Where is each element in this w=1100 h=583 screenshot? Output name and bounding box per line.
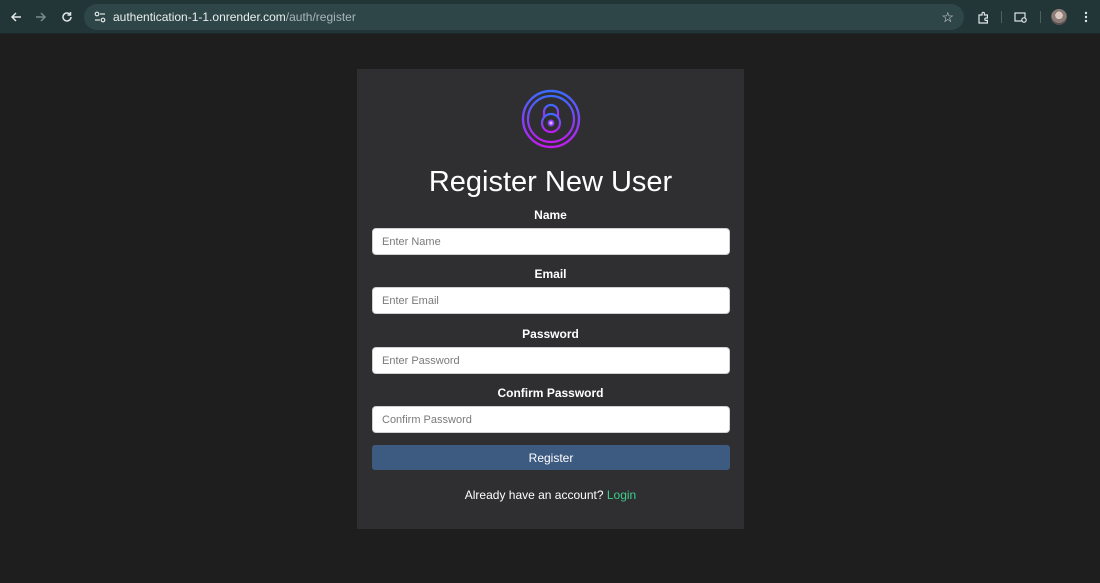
url-host: authentication-1-1.onrender.com — [113, 10, 286, 24]
media-controls-icon[interactable] — [1013, 9, 1029, 25]
profile-avatar[interactable] — [1051, 9, 1067, 25]
site-info-icon[interactable] — [93, 10, 107, 24]
confirm-password-input[interactable] — [372, 406, 730, 433]
url-text: authentication-1-1.onrender.com/auth/reg… — [113, 10, 356, 24]
page-title: Register New User — [428, 166, 673, 198]
menu-icon[interactable] — [1078, 9, 1094, 25]
register-card: Register New User Name Email Password Co… — [357, 69, 744, 529]
address-bar[interactable]: authentication-1-1.onrender.com/auth/reg… — [84, 4, 964, 30]
back-icon[interactable] — [8, 9, 24, 25]
bookmark-star-icon[interactable]: ☆ — [941, 9, 954, 25]
toolbar-divider — [1040, 11, 1041, 23]
name-input[interactable] — [372, 228, 730, 255]
browser-toolbar: authentication-1-1.onrender.com/auth/reg… — [0, 0, 1100, 34]
login-prompt: Already have an account? Login — [357, 488, 744, 502]
name-label: Name — [534, 208, 567, 222]
password-label: Password — [522, 327, 579, 341]
register-button[interactable]: Register — [372, 445, 730, 470]
forward-icon[interactable] — [33, 9, 49, 25]
url-path: /auth/register — [285, 10, 356, 24]
padlock-logo-icon — [521, 89, 581, 149]
login-link[interactable]: Login — [607, 488, 636, 502]
login-prompt-text: Already have an account? — [464, 488, 604, 502]
email-input[interactable] — [372, 287, 730, 314]
confirm-password-label: Confirm Password — [497, 386, 604, 400]
reload-icon[interactable] — [59, 9, 75, 25]
email-label: Email — [534, 267, 567, 281]
toolbar-divider — [1001, 11, 1002, 23]
password-input[interactable] — [372, 347, 730, 374]
extensions-icon[interactable] — [975, 9, 991, 25]
